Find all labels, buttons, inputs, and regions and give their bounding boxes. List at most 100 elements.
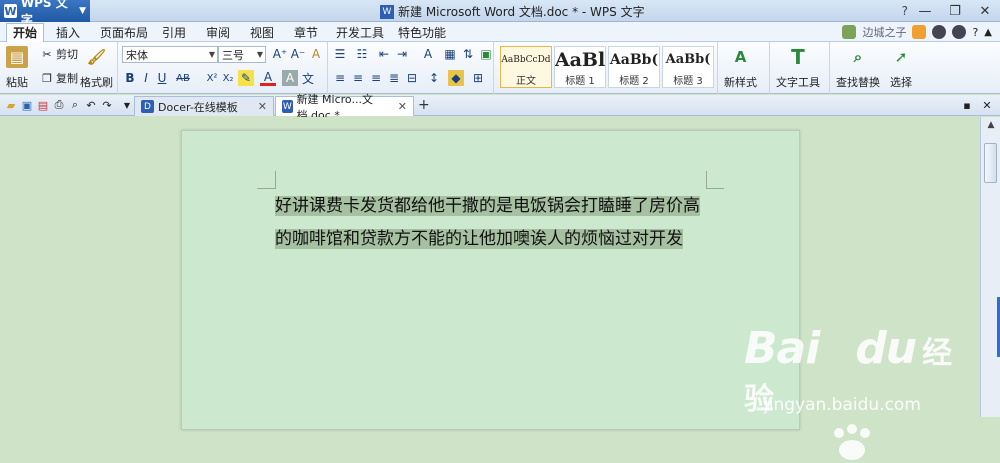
font-name-select[interactable]: 宋体 ▼ bbox=[122, 46, 218, 63]
show-marks-icon[interactable]: ▣ bbox=[478, 46, 494, 62]
align-right-icon[interactable]: ≡ bbox=[368, 70, 384, 86]
user-name[interactable]: 边城之子 bbox=[862, 24, 906, 40]
tab-features[interactable]: 特色功能 bbox=[398, 24, 446, 41]
save-icon[interactable]: ▣ bbox=[20, 98, 34, 112]
scroll-up-icon[interactable]: ▲ bbox=[985, 119, 997, 131]
watermark-url: jingyan.baidu.com bbox=[764, 395, 921, 415]
bullets-icon[interactable]: ☰ bbox=[332, 46, 348, 62]
tab-section[interactable]: 章节 bbox=[294, 24, 318, 41]
copy-button[interactable]: ❐ 复制 bbox=[40, 70, 78, 86]
text-tools-button[interactable]: T 文字工具 bbox=[776, 45, 820, 90]
sort-icon[interactable]: ⇅ bbox=[460, 46, 476, 62]
font-size-select[interactable]: 三号 ▼ bbox=[218, 46, 266, 63]
document-tab-bar: ▰ ▣ ▤ ⎙ ⌕ ↶ ↷ ▼ D Docer-在线模板 ✕ W 新建 Micr… bbox=[0, 93, 1000, 122]
char-shading-icon[interactable]: A bbox=[282, 70, 298, 86]
open-icon[interactable]: ▰ bbox=[4, 98, 18, 112]
close-doc-icon[interactable]: ✕ bbox=[980, 98, 994, 112]
style-preview: AaBbCcDd bbox=[501, 54, 551, 65]
preview-icon[interactable]: ⌕ bbox=[68, 98, 82, 112]
mail-icon[interactable] bbox=[912, 25, 927, 39]
maximize-button[interactable]: ❐ bbox=[940, 0, 970, 22]
tab-page-layout[interactable]: 页面布局 bbox=[100, 24, 148, 41]
document-line-2[interactable]: 的咖啡馆和贷款方不能的让他加噢诶人的烦恼过对开发 bbox=[275, 224, 683, 254]
align-center-icon[interactable]: ≡ bbox=[350, 70, 366, 86]
help-icon[interactable]: ? bbox=[902, 4, 908, 18]
minimize-button[interactable]: — bbox=[910, 0, 940, 22]
document-icon: W bbox=[380, 4, 394, 19]
skin-icon[interactable] bbox=[932, 25, 947, 39]
settings-icon[interactable] bbox=[952, 25, 967, 39]
copy-icon: ❐ bbox=[42, 71, 52, 85]
vertical-scrollbar[interactable]: ▲ bbox=[980, 117, 1000, 417]
borders-icon[interactable]: ⊞ bbox=[470, 70, 486, 86]
close-icon[interactable]: ✕ bbox=[258, 100, 267, 113]
user-avatar[interactable] bbox=[842, 25, 857, 39]
select-button[interactable]: ➚ 选择 bbox=[890, 46, 912, 90]
italic-icon[interactable]: I bbox=[138, 70, 154, 86]
print-icon[interactable]: ⎙ bbox=[52, 98, 66, 112]
decrease-indent-icon[interactable]: ⇤ bbox=[376, 46, 392, 62]
document-page[interactable]: 好讲课费卡发货都给他干撒的是电饭锅会打瞌睡了房价高 的咖啡馆和贷款方不能的让他加… bbox=[181, 130, 800, 430]
new-style-button[interactable]: A 新样式 bbox=[724, 46, 757, 90]
highlight-icon[interactable]: ✎ bbox=[238, 70, 254, 86]
clear-format-icon[interactable]: A bbox=[308, 46, 324, 62]
style-heading-1[interactable]: AaBl 标题 1 bbox=[554, 46, 606, 88]
close-button[interactable]: ✕ bbox=[970, 0, 1000, 22]
tab-view[interactable]: 视图 bbox=[250, 24, 274, 41]
tab-docer-templates[interactable]: D Docer-在线模板 ✕ bbox=[134, 96, 274, 116]
shading-icon[interactable]: ◆ bbox=[448, 70, 464, 86]
grow-font-icon[interactable]: A⁺ bbox=[272, 46, 288, 62]
paste-button[interactable]: ▤ 粘贴 bbox=[6, 46, 28, 90]
justify-icon[interactable]: ≣ bbox=[386, 70, 402, 86]
bold-icon[interactable]: B bbox=[122, 70, 138, 86]
new-tab-button[interactable]: + bbox=[418, 97, 430, 113]
tab-current-document[interactable]: W 新建 Micro...文档.doc * ✕ bbox=[275, 93, 414, 122]
align-left-icon[interactable]: ≡ bbox=[332, 70, 348, 86]
format-painter-button[interactable]: 🖌 格式刷 bbox=[80, 46, 113, 90]
subscript-icon[interactable]: X₂ bbox=[220, 70, 236, 86]
table-icon[interactable]: ▦ bbox=[442, 46, 458, 62]
pdf-icon[interactable]: ▤ bbox=[36, 98, 50, 112]
restore-doc-icon[interactable]: ▪ bbox=[960, 98, 974, 112]
strikethrough-icon[interactable]: AB bbox=[172, 70, 194, 86]
collapse-ribbon-icon[interactable]: ▲ bbox=[984, 27, 992, 38]
tab-review[interactable]: 审阅 bbox=[206, 24, 230, 41]
baidu-watermark: Bai du 经验 jingyan.baidu.com bbox=[744, 323, 980, 418]
style-preview: AaBb( bbox=[665, 52, 711, 67]
shrink-font-icon[interactable]: A⁻ bbox=[290, 46, 306, 62]
customize-icon[interactable]: ▼ bbox=[120, 98, 134, 112]
underline-icon[interactable]: U bbox=[154, 70, 170, 86]
cursor-icon: ➚ bbox=[894, 48, 908, 66]
help-question-icon[interactable]: ? bbox=[972, 26, 978, 39]
tab-insert[interactable]: 插入 bbox=[56, 24, 80, 41]
selected-text[interactable]: 的咖啡馆和贷款方不能的让他加噢诶人的烦恼过对开发 bbox=[275, 229, 683, 249]
distribute-icon[interactable]: ⊟ bbox=[404, 70, 420, 86]
document-line-1[interactable]: 好讲课费卡发货都给他干撒的是电饭锅会打瞌睡了房价高 bbox=[275, 191, 700, 221]
app-menu-button[interactable]: W WPS 文字 ▼ bbox=[0, 0, 90, 27]
superscript-icon[interactable]: X² bbox=[204, 70, 220, 86]
selected-text[interactable]: 好讲课费卡发货都给他干撒的是电饭锅会打瞌睡了房价高 bbox=[275, 196, 700, 216]
watermark-brand-2: du bbox=[855, 323, 917, 374]
text-direction-icon[interactable]: A bbox=[420, 46, 436, 62]
phonetic-icon[interactable]: 文 bbox=[300, 70, 316, 86]
tab-developer[interactable]: 开发工具 bbox=[336, 24, 384, 41]
find-replace-button[interactable]: ⌕ 查找替换 bbox=[836, 46, 880, 90]
close-icon[interactable]: ✕ bbox=[398, 100, 407, 113]
scroll-thumb[interactable] bbox=[984, 143, 997, 183]
increase-indent-icon[interactable]: ⇥ bbox=[394, 46, 410, 62]
tab-home[interactable]: 开始 bbox=[6, 23, 45, 42]
redo-icon[interactable]: ↷ bbox=[100, 98, 114, 112]
style-heading-2[interactable]: AaBb( 标题 2 bbox=[608, 46, 660, 88]
font-group: 宋体 ▼ 三号 ▼ A⁺ A⁻ A B I U AB X² X₂ ✎ A A 文 bbox=[118, 42, 328, 94]
cut-button[interactable]: ✂ 剪切 bbox=[40, 46, 78, 62]
style-preview: AaBl bbox=[554, 48, 606, 71]
style-heading-3[interactable]: AaBb( 标题 3 bbox=[662, 46, 714, 88]
line-spacing-icon[interactable]: ↕ bbox=[426, 70, 442, 86]
undo-icon[interactable]: ↶ bbox=[84, 98, 98, 112]
font-color-icon[interactable]: A bbox=[260, 70, 276, 86]
numbering-icon[interactable]: ☷ bbox=[354, 46, 370, 62]
tab-references[interactable]: 引用 bbox=[162, 24, 186, 41]
crop-mark bbox=[275, 171, 276, 189]
style-normal[interactable]: AaBbCcDd 正文 bbox=[500, 46, 552, 88]
document-canvas: 好讲课费卡发货都给他干撒的是电饭锅会打瞌睡了房价高 的咖啡馆和贷款方不能的让他加… bbox=[0, 117, 980, 460]
